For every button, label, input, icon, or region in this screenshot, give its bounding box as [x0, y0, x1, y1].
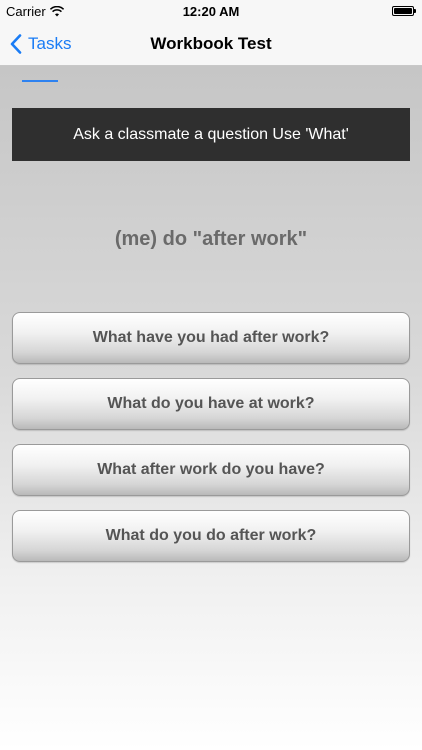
answer-label: What do you do after work? — [105, 527, 317, 544]
instruction-text: Ask a classmate a question Use 'What' — [73, 125, 349, 143]
battery-fill — [394, 8, 412, 14]
answer-label: What after work do you have? — [97, 461, 325, 478]
answer-label: What have you had after work? — [92, 329, 330, 346]
battery-tip — [414, 9, 416, 13]
status-time: 12:20 AM — [182, 4, 240, 19]
navigation-bar: Tasks Workbook Test — [0, 22, 422, 66]
instruction-banner: Ask a classmate a question Use 'What' — [12, 108, 410, 161]
page-indicator — [22, 80, 58, 82]
status-bar: Carrier 12:20 AM — [0, 0, 422, 22]
question-prompt: (me) do "after work" — [114, 228, 308, 250]
answer-button-1[interactable]: What have you had after work? — [12, 312, 410, 364]
answer-button-2[interactable]: What do you have at work? — [12, 378, 410, 430]
battery-icon — [392, 6, 416, 16]
answer-button-4[interactable]: What do you do after work? — [12, 510, 410, 562]
page-title: Workbook Test — [150, 34, 272, 53]
answer-button-3[interactable]: What after work do you have? — [12, 444, 410, 496]
answer-label: What do you have at work? — [107, 395, 315, 412]
main-content: Ask a classmate a question Use 'What' (m… — [0, 66, 422, 750]
